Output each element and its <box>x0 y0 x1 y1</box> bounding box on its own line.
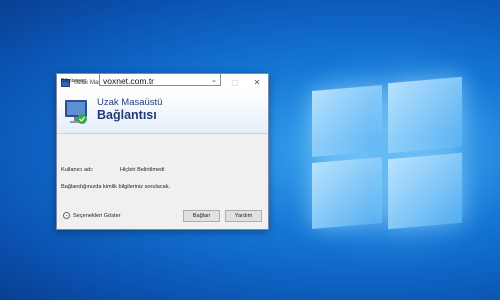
help-button[interactable]: Yardım <box>225 210 262 222</box>
computer-combobox[interactable]: voxnet.com.tr ⌄ <box>99 73 221 86</box>
close-icon: ✕ <box>253 78 261 87</box>
username-label: Kullanıcı adı: <box>61 167 94 173</box>
maximize-button: ▢ <box>224 74 246 91</box>
connect-button[interactable]: Bağlan <box>183 210 220 222</box>
computer-value: voxnet.com.tr <box>103 75 155 86</box>
computer-label: Bilgisayar: <box>61 78 87 84</box>
chevron-down-icon[interactable]: ⌄ <box>211 76 217 84</box>
credentials-info-text: Bağlandığınızda kimlik bilgileriniz soru… <box>61 184 171 190</box>
show-options-link[interactable]: Seçenekleri Göster <box>73 213 121 219</box>
help-button-label: Yardım <box>234 213 253 219</box>
header-banner: Uzak Masaüstü Bağlantısı <box>57 91 268 134</box>
remote-desktop-dialog: Uzak Masaüstü Bağlantısı — ▢ ✕ Uzak Masa… <box>56 73 269 230</box>
banner-title-line1: Uzak Masaüstü <box>97 97 163 108</box>
chevron-down-circle-icon[interactable]: ⌄ <box>63 212 70 219</box>
username-value: Hiçbiri Belirtilmedi <box>120 167 165 173</box>
windows-logo <box>312 76 462 238</box>
maximize-icon: ▢ <box>231 78 239 87</box>
banner-title-line2: Bağlantısı <box>97 108 157 122</box>
connect-button-label: Bağlan <box>192 213 211 219</box>
close-button[interactable]: ✕ <box>246 74 268 91</box>
remote-desktop-logo-icon <box>65 100 87 124</box>
